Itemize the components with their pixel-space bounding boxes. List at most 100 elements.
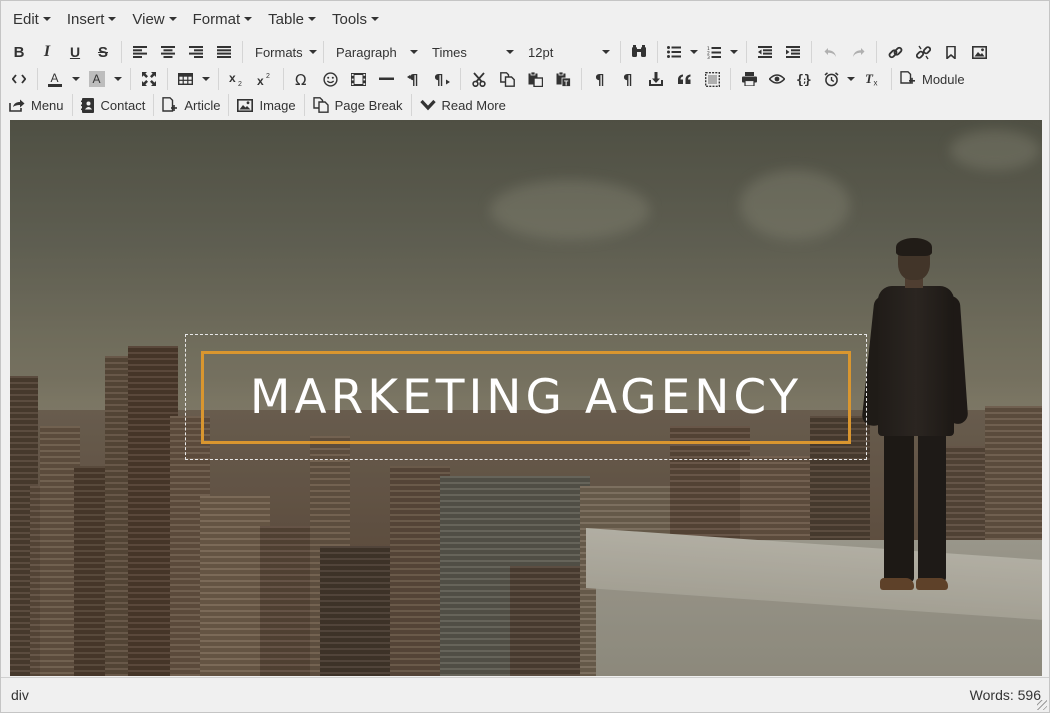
paste-as-text-button[interactable]: T	[549, 67, 577, 91]
redo-icon	[852, 47, 864, 57]
anchor-button[interactable]	[937, 40, 965, 64]
menu-format[interactable]: Format	[185, 5, 261, 33]
indent-button[interactable]	[779, 40, 807, 64]
menu-tools[interactable]: Tools	[324, 5, 387, 33]
find-replace-button[interactable]	[625, 40, 653, 64]
svg-text:¶: ¶	[434, 72, 444, 86]
formats-dropdown[interactable]: Formats	[247, 40, 319, 64]
undo-button[interactable]	[816, 40, 844, 64]
article-button[interactable]: Article	[158, 93, 224, 117]
code-sample-button[interactable]: {};	[791, 67, 819, 91]
cut-button[interactable]	[465, 67, 493, 91]
special-character-button[interactable]: Ω	[288, 67, 316, 91]
toolbar-divider	[242, 41, 243, 63]
numbered-list-button[interactable]: 123	[702, 40, 726, 64]
blockquote-button[interactable]	[670, 67, 698, 91]
numbered-list-options[interactable]	[726, 40, 742, 64]
resize-handle-icon[interactable]	[1037, 700, 1047, 710]
rtl-button[interactable]: ¶	[428, 67, 456, 91]
rich-text-editor: Edit Insert View Format Table Tools B I …	[0, 0, 1050, 713]
toolbar-row-2: A A x2 x2 Ω ¶ ¶ T ¶ ¶ {}; Tx Module	[1, 66, 1049, 92]
page-heading[interactable]: MARKETING AGENCY	[250, 370, 802, 425]
horizontal-rule-button[interactable]	[372, 67, 400, 91]
module-button[interactable]: Module	[896, 67, 969, 91]
outdent-button[interactable]	[751, 40, 779, 64]
align-justify-button[interactable]	[210, 40, 238, 64]
emoticons-button[interactable]	[316, 67, 344, 91]
page-break-button[interactable]: Page Break	[309, 93, 407, 117]
chevron-down-icon	[202, 77, 210, 81]
chevron-down-icon	[847, 77, 855, 81]
read-more-button[interactable]: Read More	[416, 93, 510, 117]
fullscreen-icon	[142, 72, 156, 86]
align-left-button[interactable]	[126, 40, 154, 64]
remove-format-button[interactable]: Tx	[859, 67, 887, 91]
ltr-button[interactable]: ¶	[400, 67, 428, 91]
visual-aid-icon	[704, 71, 720, 87]
contact-button[interactable]: Contact	[77, 93, 150, 117]
unlink-button[interactable]	[909, 40, 937, 64]
visual-aid-button[interactable]	[698, 67, 726, 91]
chevron-down-icon	[72, 77, 80, 81]
table-options[interactable]	[198, 67, 214, 91]
editor-content-area[interactable]: MARKETING AGENCY	[10, 120, 1042, 676]
text-color-options[interactable]	[68, 67, 84, 91]
toolbar-row-3: Menu Contact Article Image Page Break Re…	[1, 92, 1049, 118]
chevron-down-icon	[371, 17, 380, 21]
menu-view[interactable]: View	[124, 5, 184, 33]
outdent-icon	[758, 46, 772, 58]
svg-text:2: 2	[238, 81, 242, 86]
fullscreen-button[interactable]	[135, 67, 163, 91]
copy-button[interactable]	[493, 67, 521, 91]
insert-datetime-options[interactable]	[843, 67, 859, 91]
subscript-button[interactable]: x2	[223, 67, 251, 91]
menu-button[interactable]: Menu	[5, 93, 68, 117]
block-format-value: Paragraph	[336, 44, 397, 60]
align-right-button[interactable]	[182, 40, 210, 64]
block-format-select[interactable]: Paragraph	[328, 40, 424, 64]
source-code-button[interactable]	[5, 67, 33, 91]
print-button[interactable]	[735, 67, 763, 91]
bullet-list-button[interactable]	[662, 40, 686, 64]
table-button[interactable]	[172, 67, 198, 91]
strikethrough-button[interactable]: S	[89, 40, 117, 64]
bullet-list-options[interactable]	[686, 40, 702, 64]
image-button[interactable]: Image	[233, 93, 299, 117]
toolbar-divider	[323, 41, 324, 63]
bullet-list-icon	[667, 46, 681, 58]
chevron-down-icon	[730, 50, 738, 54]
bold-button[interactable]: B	[5, 40, 33, 64]
svg-text:A: A	[51, 71, 59, 85]
font-size-select[interactable]: 12pt	[520, 40, 616, 64]
menu-table[interactable]: Table	[260, 5, 324, 33]
insert-template-icon	[649, 72, 663, 86]
menu-format-label: Format	[192, 10, 241, 28]
insert-image-button[interactable]	[965, 40, 993, 64]
preview-button[interactable]	[763, 67, 791, 91]
menu-edit[interactable]: Edit	[5, 5, 59, 33]
superscript-button[interactable]: x2	[251, 67, 279, 91]
italic-button[interactable]: I	[33, 40, 61, 64]
menu-insert[interactable]: Insert	[59, 5, 125, 33]
anchor-icon	[946, 45, 956, 59]
insert-datetime-button[interactable]	[819, 67, 843, 91]
text-color-button[interactable]: A	[42, 67, 68, 91]
module-icon	[900, 71, 915, 84]
chevron-down-icon	[690, 50, 698, 54]
element-path[interactable]: div	[11, 687, 29, 703]
nonbreaking-space-button[interactable]: ¶	[614, 67, 642, 91]
show-blocks-button[interactable]: ¶	[586, 67, 614, 91]
background-color-button[interactable]: A	[84, 67, 110, 91]
insert-template-button[interactable]	[642, 67, 670, 91]
svg-text:A: A	[93, 72, 101, 86]
align-center-button[interactable]	[154, 40, 182, 64]
redo-button[interactable]	[844, 40, 872, 64]
background-color-options[interactable]	[110, 67, 126, 91]
link-button[interactable]	[881, 40, 909, 64]
font-family-select[interactable]: Times	[424, 40, 520, 64]
paste-button[interactable]	[521, 67, 549, 91]
underline-button[interactable]: U	[61, 40, 89, 64]
svg-text:¶: ¶	[409, 72, 419, 86]
media-button[interactable]	[344, 67, 372, 91]
heading-frame[interactable]: MARKETING AGENCY	[201, 351, 851, 444]
